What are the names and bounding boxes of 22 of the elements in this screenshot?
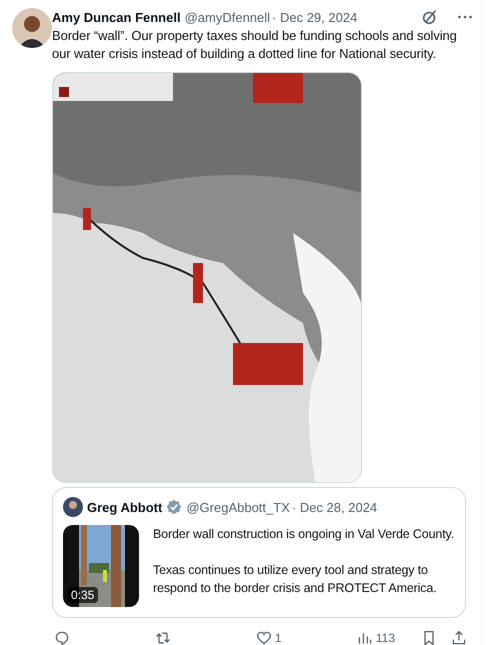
quote-text: Texas continues to utilize every tool and strategy to respond to the border crisis and PROTECT America.	[153, 562, 438, 597]
share-icon	[451, 630, 467, 645]
bar-chart-icon	[356, 630, 373, 645]
like-button[interactable]: 1	[254, 628, 334, 645]
video-duration: 0:35	[67, 587, 98, 603]
more-icon[interactable]	[457, 14, 473, 20]
author-handle[interactable]: @amyDfennell	[184, 10, 270, 24]
author-name[interactable]: Amy Duncan Fennell	[52, 10, 181, 24]
author-name[interactable]: Greg Abbott	[87, 500, 162, 514]
slash-circle-icon[interactable]	[421, 8, 439, 26]
views-button[interactable]: 113	[354, 628, 397, 645]
repost-icon	[154, 630, 171, 645]
post-date[interactable]: · Dec 29, 2024	[272, 10, 358, 24]
post-date[interactable]: · Dec 28, 2024	[292, 500, 378, 514]
speech-bubble-icon	[54, 630, 70, 645]
quote-text: Border wall construction is ongoing in Val Verde County.	[153, 526, 455, 543]
avatar[interactable]	[12, 8, 52, 48]
author-handle[interactable]: @GregAbbott_TX	[186, 500, 290, 514]
avatar[interactable]	[63, 497, 83, 517]
quoted-post[interactable]	[52, 487, 466, 618]
heart-icon	[256, 630, 272, 645]
post-text: Border “wall”. Our property taxes should be funding schools and solving our water crisis instead of building a dotted line for National security.	[52, 27, 458, 63]
